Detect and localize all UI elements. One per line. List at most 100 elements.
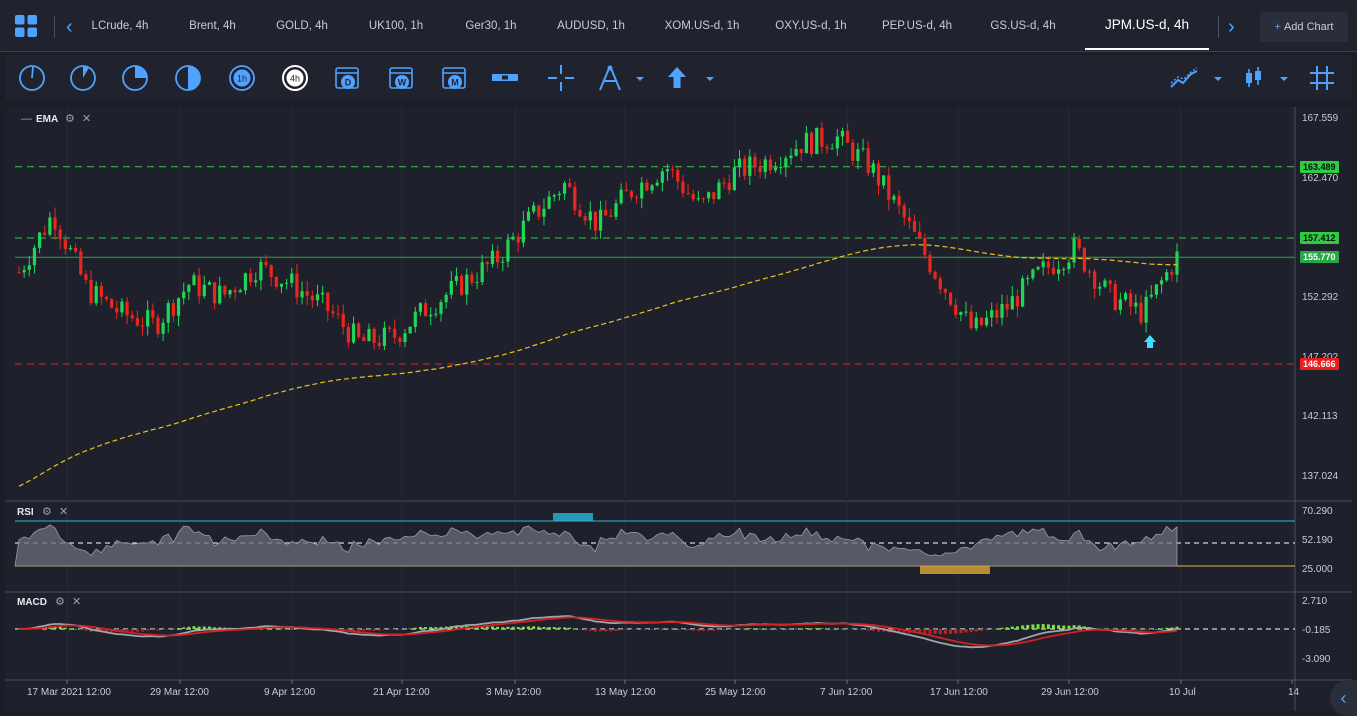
grid-icon[interactable] (1307, 63, 1337, 93)
macd-histogram-bar (274, 628, 278, 629)
candle-body (22, 269, 26, 273)
macd-histogram-bar (794, 628, 798, 630)
time-axis-label: 7 Jun 12:00 (820, 687, 873, 698)
macd-histogram-bar (835, 628, 839, 630)
chevron-down-icon[interactable] (1203, 63, 1222, 93)
symbol-tab[interactable]: XOM.US-d, 1h (648, 0, 756, 50)
settings-icon[interactable]: ⚙ (55, 595, 65, 608)
macd-histogram-bar (619, 629, 623, 631)
candle-body (454, 275, 459, 282)
chart-canvas[interactable] (5, 107, 1352, 711)
symbol-tab[interactable]: Ger30, 1h (448, 0, 534, 50)
candle-body (295, 273, 299, 298)
macd-histogram-bar (1046, 624, 1050, 629)
candle-body (84, 274, 88, 280)
candle-body (357, 323, 361, 337)
macd-histogram-bar (964, 629, 968, 633)
timeframe-15m-icon[interactable] (120, 63, 150, 93)
calendar-day-icon[interactable]: D (333, 63, 363, 93)
candle-body (393, 328, 397, 338)
symbol-tab[interactable]: OXY.US-d, 1h (760, 0, 862, 50)
close-icon[interactable]: ✕ (72, 595, 81, 608)
chevron-down-icon[interactable] (625, 63, 644, 93)
timeframe-1m-icon[interactable] (17, 63, 47, 93)
macd-histogram-bar (609, 629, 613, 632)
symbol-tab[interactable]: Brent, 4h (170, 0, 255, 50)
candle-body (882, 175, 886, 186)
candle-body (480, 262, 484, 283)
settings-icon[interactable]: ⚙ (42, 505, 52, 518)
macd-histogram-bar (182, 627, 186, 629)
timeframe-5m-icon[interactable] (68, 63, 98, 93)
symbol-tab[interactable]: JPM.US-d, 4h (1085, 0, 1209, 50)
macd-histogram-bar (943, 629, 947, 634)
svg-text:W: W (398, 78, 407, 88)
candle-body (475, 282, 479, 284)
symbol-tab[interactable]: GS.US-d, 4h (975, 0, 1071, 50)
candle-body (593, 211, 598, 231)
macd-histogram-bar (969, 629, 973, 633)
candle-body (125, 301, 129, 316)
calendar-week-icon[interactable]: W (387, 63, 417, 93)
macd-histogram-bar (954, 629, 958, 634)
candle-type-icon[interactable] (1239, 63, 1269, 93)
chevron-down-icon[interactable] (695, 63, 714, 93)
horizontal-line-icon[interactable] (490, 63, 520, 93)
symbol-tab[interactable]: UK100, 1h (352, 0, 440, 50)
plus-icon: + (1274, 21, 1281, 33)
chevron-down-icon[interactable] (1269, 63, 1288, 93)
close-icon[interactable]: ✕ (82, 112, 91, 125)
macd-histogram-bar (810, 628, 814, 630)
candle-body (784, 158, 788, 168)
macd-histogram-bar (290, 628, 294, 630)
macd-histogram-bar (738, 628, 742, 630)
indicators-icon[interactable] (1169, 63, 1199, 93)
collapse-icon[interactable]: — (21, 113, 32, 125)
symbol-tab[interactable]: AUDUSD, 1h (545, 0, 637, 50)
settings-icon[interactable]: ⚙ (65, 112, 75, 125)
candle-body (408, 326, 412, 334)
calendar-month-icon[interactable]: M (440, 63, 470, 93)
candle-body (140, 325, 145, 327)
price-tag-resistance: 157.412 (1300, 232, 1339, 244)
macd-histogram-bar (1149, 629, 1153, 630)
candle-body (907, 217, 911, 222)
timeframe-1h-icon[interactable]: 1h (227, 63, 257, 93)
arrow-up-icon[interactable] (662, 63, 692, 93)
macd-histogram-bar (171, 628, 175, 630)
symbol-tab[interactable]: PEP.US-d, 4h (869, 0, 965, 50)
symbol-tab[interactable]: GOLD, 4h (262, 0, 342, 50)
candle-body (43, 232, 47, 235)
macd-histogram-bar (640, 629, 644, 630)
candle-body (938, 278, 942, 290)
macd-histogram-bar (990, 629, 994, 630)
candle-body (259, 261, 263, 281)
candle-body (532, 205, 536, 212)
layout-grid-icon[interactable] (14, 14, 38, 38)
macd-histogram-bar (624, 629, 628, 630)
macd-histogram-bar (568, 627, 572, 629)
candle-body (182, 291, 186, 299)
candle-body (583, 216, 587, 221)
rsi-scale-label: 52.190 (1302, 535, 1333, 546)
candle-body (537, 205, 541, 217)
candle-body (851, 142, 855, 161)
candle-body (948, 292, 953, 305)
chevron-right-icon[interactable]: › (1228, 16, 1248, 38)
symbol-tab[interactable]: LCrude, 4h (75, 0, 165, 50)
macd-histogram-bar (285, 628, 289, 630)
candle-body (1015, 296, 1020, 307)
chart-area[interactable]: — EMA ⚙ ✕ 167.559 162.470 152.292 147.20… (5, 107, 1352, 711)
macd-histogram-bar (1015, 626, 1019, 629)
close-icon[interactable]: ✕ (59, 505, 68, 518)
timeframe-30m-icon[interactable] (173, 63, 203, 93)
macd-histogram-bar (521, 626, 525, 629)
crosshair-icon[interactable] (546, 63, 576, 93)
divider (54, 16, 55, 38)
drawing-tool-icon[interactable] (595, 63, 625, 93)
add-chart-button[interactable]: + Add Chart (1260, 12, 1348, 42)
candle-body (686, 193, 690, 195)
timeframe-4h-icon[interactable]: 4h (280, 63, 310, 93)
candle-body (598, 209, 603, 231)
macd-histogram-bar (151, 629, 155, 631)
